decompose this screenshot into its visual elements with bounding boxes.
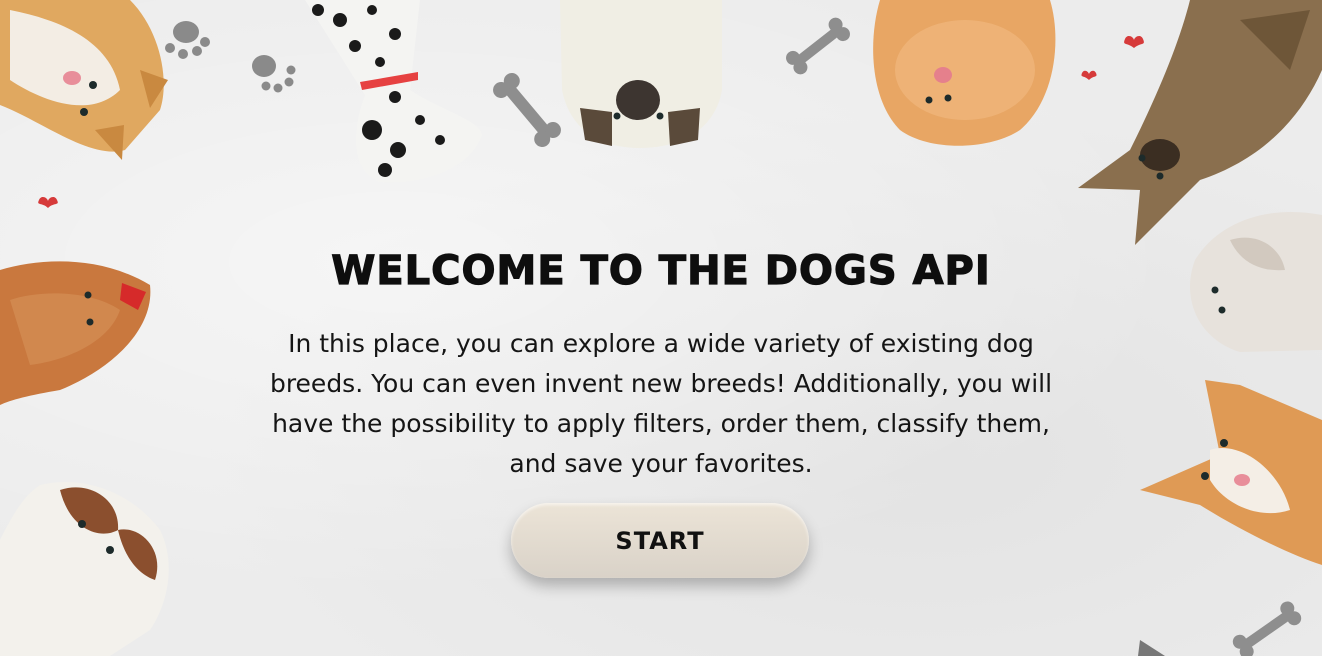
heart-icon [38, 197, 58, 208]
page-title: WELCOME TO THE DOGS API [331, 247, 991, 294]
dog-illustration [560, 0, 722, 148]
dog-illustration [1078, 0, 1322, 245]
hero-section: WELCOME TO THE DOGS API In this place, y… [261, 247, 1061, 484]
dog-illustration [1140, 380, 1322, 565]
bone-icon [786, 17, 850, 75]
dog-illustration [0, 482, 169, 656]
bone-icon [493, 72, 561, 148]
paw-print-icon [252, 55, 296, 93]
start-button[interactable]: START [511, 503, 809, 578]
bone-icon [1232, 601, 1302, 656]
paw-print-icon [165, 21, 210, 59]
heart-icon [1124, 36, 1144, 48]
heart-icon [1081, 70, 1097, 80]
dog-illustration [0, 0, 168, 160]
dog-illustration [1190, 212, 1322, 352]
dog-illustration [0, 261, 151, 405]
dog-illustration [305, 0, 482, 183]
hero-description: In this place, you can explore a wide va… [269, 329, 1053, 478]
dog-illustration [873, 0, 1056, 146]
dog-illustration [1138, 640, 1165, 656]
